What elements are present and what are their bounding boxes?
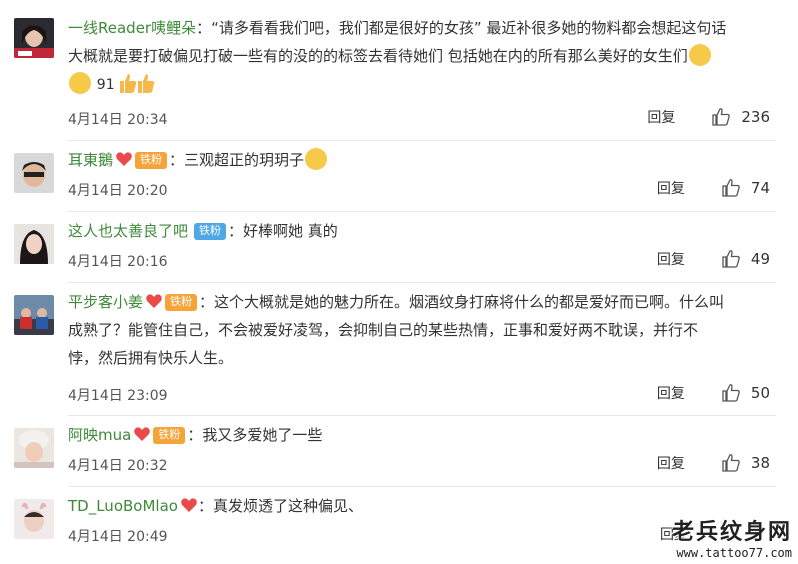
heart-badge-icon — [133, 423, 151, 441]
comment-text: ：“请多看看我们吧，我们都是很好的女孩” 最近补很多她的物料都会想起这句话 — [196, 19, 727, 37]
comment-text: ：这个大概就是她的魅力所在。烟酒纹身打麻将什么的都是爱好而已啊。什么叫 — [199, 293, 725, 311]
fan-badge: 铁粉 — [194, 223, 227, 240]
reply-button[interactable]: 回复 — [657, 383, 685, 403]
avatar[interactable] — [14, 224, 54, 264]
avatar[interactable] — [14, 499, 54, 539]
thumbs-up-emoji-icon — [119, 72, 137, 94]
fan-badge: 铁粉 — [153, 427, 186, 444]
inline-count: 91 — [96, 77, 115, 93]
like-icon[interactable] — [721, 249, 741, 269]
heart-badge-icon — [180, 494, 198, 512]
comment-text: 成熟了？能管住自己，不会被爱好凌驾，会抑制自己的某些热情，正事和爱好两不耽误，并… — [68, 321, 699, 339]
heart-badge-icon — [115, 148, 133, 166]
comment-username[interactable]: 耳東鵝 — [68, 151, 113, 169]
fan-badge: 铁粉 — [165, 294, 198, 311]
like-count: 50 — [750, 384, 770, 402]
avatar[interactable] — [14, 18, 54, 58]
heart-badge-icon — [145, 290, 163, 308]
divider — [68, 415, 776, 416]
reply-button[interactable]: 回复 — [657, 249, 685, 269]
avatar[interactable] — [14, 153, 54, 193]
divider — [68, 486, 776, 487]
like-count: 74 — [750, 179, 770, 197]
watermark-url: www.tattoo77.com — [676, 546, 792, 560]
like-count: 236 — [741, 108, 770, 126]
comment-time: 4月14日 20:16 — [68, 254, 168, 270]
like-icon[interactable] — [711, 107, 731, 127]
divider — [68, 282, 776, 283]
thumbs-up-emoji-icon — [137, 72, 155, 94]
like-icon[interactable] — [721, 453, 741, 473]
divider — [68, 140, 776, 141]
comment-username[interactable]: TD_LuoBoMlao — [68, 497, 178, 515]
reply-button[interactable]: 回复 — [657, 453, 685, 473]
comment-time: 4月14日 20:20 — [68, 183, 168, 199]
like-count: 38 — [750, 454, 770, 472]
comment-time: 4月14日 23:09 — [68, 388, 168, 404]
like-icon[interactable] — [721, 383, 741, 403]
comment-username[interactable]: 平步客小姜 — [68, 293, 143, 311]
comment-text: 悖，然后拥有快乐人生。 — [68, 349, 234, 367]
comment-username[interactable]: 一线Reader咦鲤朵 — [68, 19, 196, 37]
kiss-emoji-icon — [305, 148, 328, 170]
crying-emoji-icon — [69, 72, 91, 94]
comment-text: 大概就是要打破偏见打破一些有的没的的标签去看待她们 包括她在内的所有那么美好的女… — [68, 47, 688, 65]
comment-time: 4月14日 20:34 — [68, 112, 168, 128]
crying-emoji-icon — [688, 44, 711, 66]
comment-time: 4月14日 20:32 — [68, 458, 168, 474]
reply-button[interactable]: 回复 — [657, 178, 685, 198]
watermark-logo-text: 老兵纹身网 — [671, 520, 792, 545]
comment-username[interactable]: 这人也太善良了吧 — [68, 222, 188, 240]
avatar[interactable] — [14, 428, 54, 468]
reply-button[interactable]: 回复 — [647, 107, 675, 127]
like-icon[interactable] — [721, 178, 741, 198]
like-count: 49 — [750, 250, 770, 268]
comment-username[interactable]: 阿映mua — [68, 426, 131, 444]
fan-badge: 铁粉 — [135, 152, 168, 169]
watermark: 老兵纹身网 www.tattoo77.com — [672, 514, 792, 560]
divider — [68, 211, 776, 212]
comment-text: ：我又多爱她了一些 — [187, 426, 323, 444]
comment-text: ：三观超正的玥玥子 — [169, 151, 305, 169]
avatar[interactable] — [14, 295, 54, 335]
comment-time: 4月14日 20:49 — [68, 529, 168, 545]
comment-text: ：好棒啊她 真的 — [228, 222, 338, 240]
comment-text: ：真发烦透了这种偏见、 — [197, 497, 363, 515]
